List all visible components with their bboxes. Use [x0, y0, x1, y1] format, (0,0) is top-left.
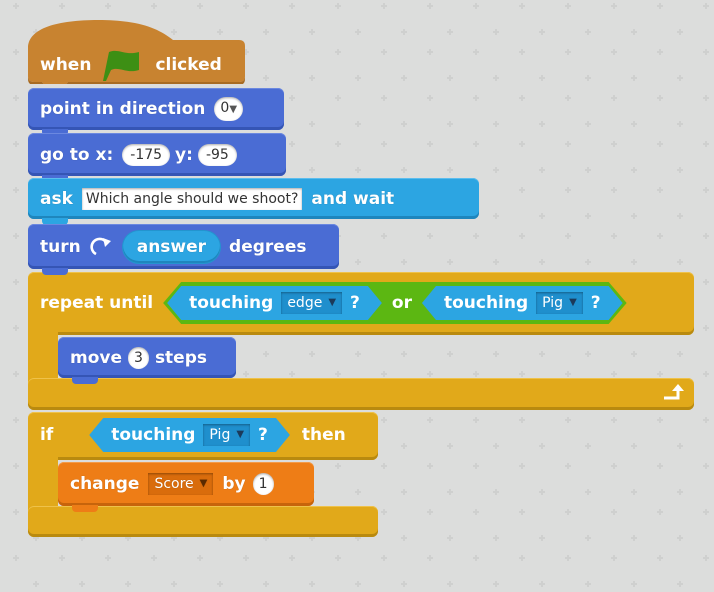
dropdown-arrow-icon[interactable]: ▼ — [569, 292, 577, 314]
touching-target-dropdown[interactable]: Pig ▼ — [203, 424, 250, 446]
touching-target-value: edge — [287, 295, 323, 311]
turn-label: turn — [40, 236, 81, 257]
loop-arrow-icon — [662, 382, 686, 406]
degrees-label: degrees — [229, 236, 307, 257]
when-flag-clicked-block[interactable]: when clicked — [28, 14, 245, 84]
dropdown-arrow-icon[interactable]: ▼ — [328, 292, 336, 314]
when-label: when — [40, 55, 92, 75]
direction-value: 0 — [220, 100, 230, 116]
dropdown-arrow-icon[interactable]: ▼ — [236, 424, 244, 446]
repeat-until-label: repeat until — [40, 293, 154, 313]
dropdown-arrow-icon[interactable]: ▼ — [229, 104, 237, 115]
x-input[interactable]: -175 — [122, 143, 171, 166]
turn-block[interactable]: turn answer degrees — [28, 224, 339, 275]
variable-value: Score — [154, 476, 194, 492]
change-label: change — [70, 474, 140, 494]
go-to-x-label: go to x: — [40, 144, 114, 165]
variable-dropdown[interactable]: Score ▼ — [148, 473, 214, 495]
question-mark: ? — [258, 425, 268, 445]
clicked-label: clicked — [155, 55, 222, 75]
change-variable-block[interactable]: change Score ▼ by 1 — [58, 462, 314, 512]
rotate-clockwise-icon — [90, 236, 114, 258]
then-label: then — [301, 425, 346, 445]
or-operator[interactable]: touching edge ▼ ? or touching Pig ▼ ? — [163, 282, 627, 324]
y-label: y: — [175, 144, 193, 165]
or-label: or — [391, 293, 412, 313]
repeat-until-bottom-arm[interactable] — [28, 378, 694, 410]
if-label: if — [40, 425, 54, 445]
steps-label: steps — [154, 347, 207, 368]
touching-edge-condition[interactable]: touching edge ▼ ? — [167, 286, 382, 320]
move-label: move — [70, 347, 123, 368]
touching-label: touching — [189, 293, 274, 313]
point-in-direction-label: point in direction — [40, 99, 206, 119]
ask-and-wait-block[interactable]: ask Which angle should we shoot? and wai… — [28, 178, 479, 225]
touching-target-value: Pig — [542, 295, 564, 311]
question-input[interactable]: Which angle should we shoot? — [81, 187, 303, 210]
green-flag-icon[interactable] — [101, 48, 145, 82]
and-wait-label: and wait — [311, 188, 395, 209]
question-mark: ? — [350, 293, 360, 313]
dropdown-arrow-icon[interactable]: ▼ — [200, 473, 208, 495]
y-input[interactable]: -95 — [197, 143, 237, 166]
touching-pig-condition[interactable]: touching Pig ▼ ? — [422, 286, 623, 320]
question-mark: ? — [590, 293, 601, 313]
go-to-xy-block[interactable]: go to x: -175 y: -95 — [28, 133, 286, 182]
touching-target-dropdown[interactable]: Pig ▼ — [536, 292, 583, 314]
touching-label: touching — [111, 425, 196, 445]
point-in-direction-block[interactable]: point in direction 0▼ — [28, 88, 284, 136]
touching-pig-condition[interactable]: touching Pig ▼ ? — [89, 418, 290, 452]
steps-input[interactable]: 3 — [128, 346, 149, 369]
touching-target-dropdown[interactable]: edge ▼ — [281, 292, 342, 314]
amount-input[interactable]: 1 — [252, 473, 274, 495]
touching-label: touching — [443, 293, 529, 313]
touching-target-value: Pig — [209, 427, 231, 443]
ask-label: ask — [40, 188, 73, 209]
direction-input[interactable]: 0▼ — [214, 97, 244, 121]
answer-reporter[interactable]: answer — [122, 230, 221, 263]
move-steps-block[interactable]: move 3 steps — [58, 337, 236, 384]
by-label: by — [222, 474, 246, 494]
